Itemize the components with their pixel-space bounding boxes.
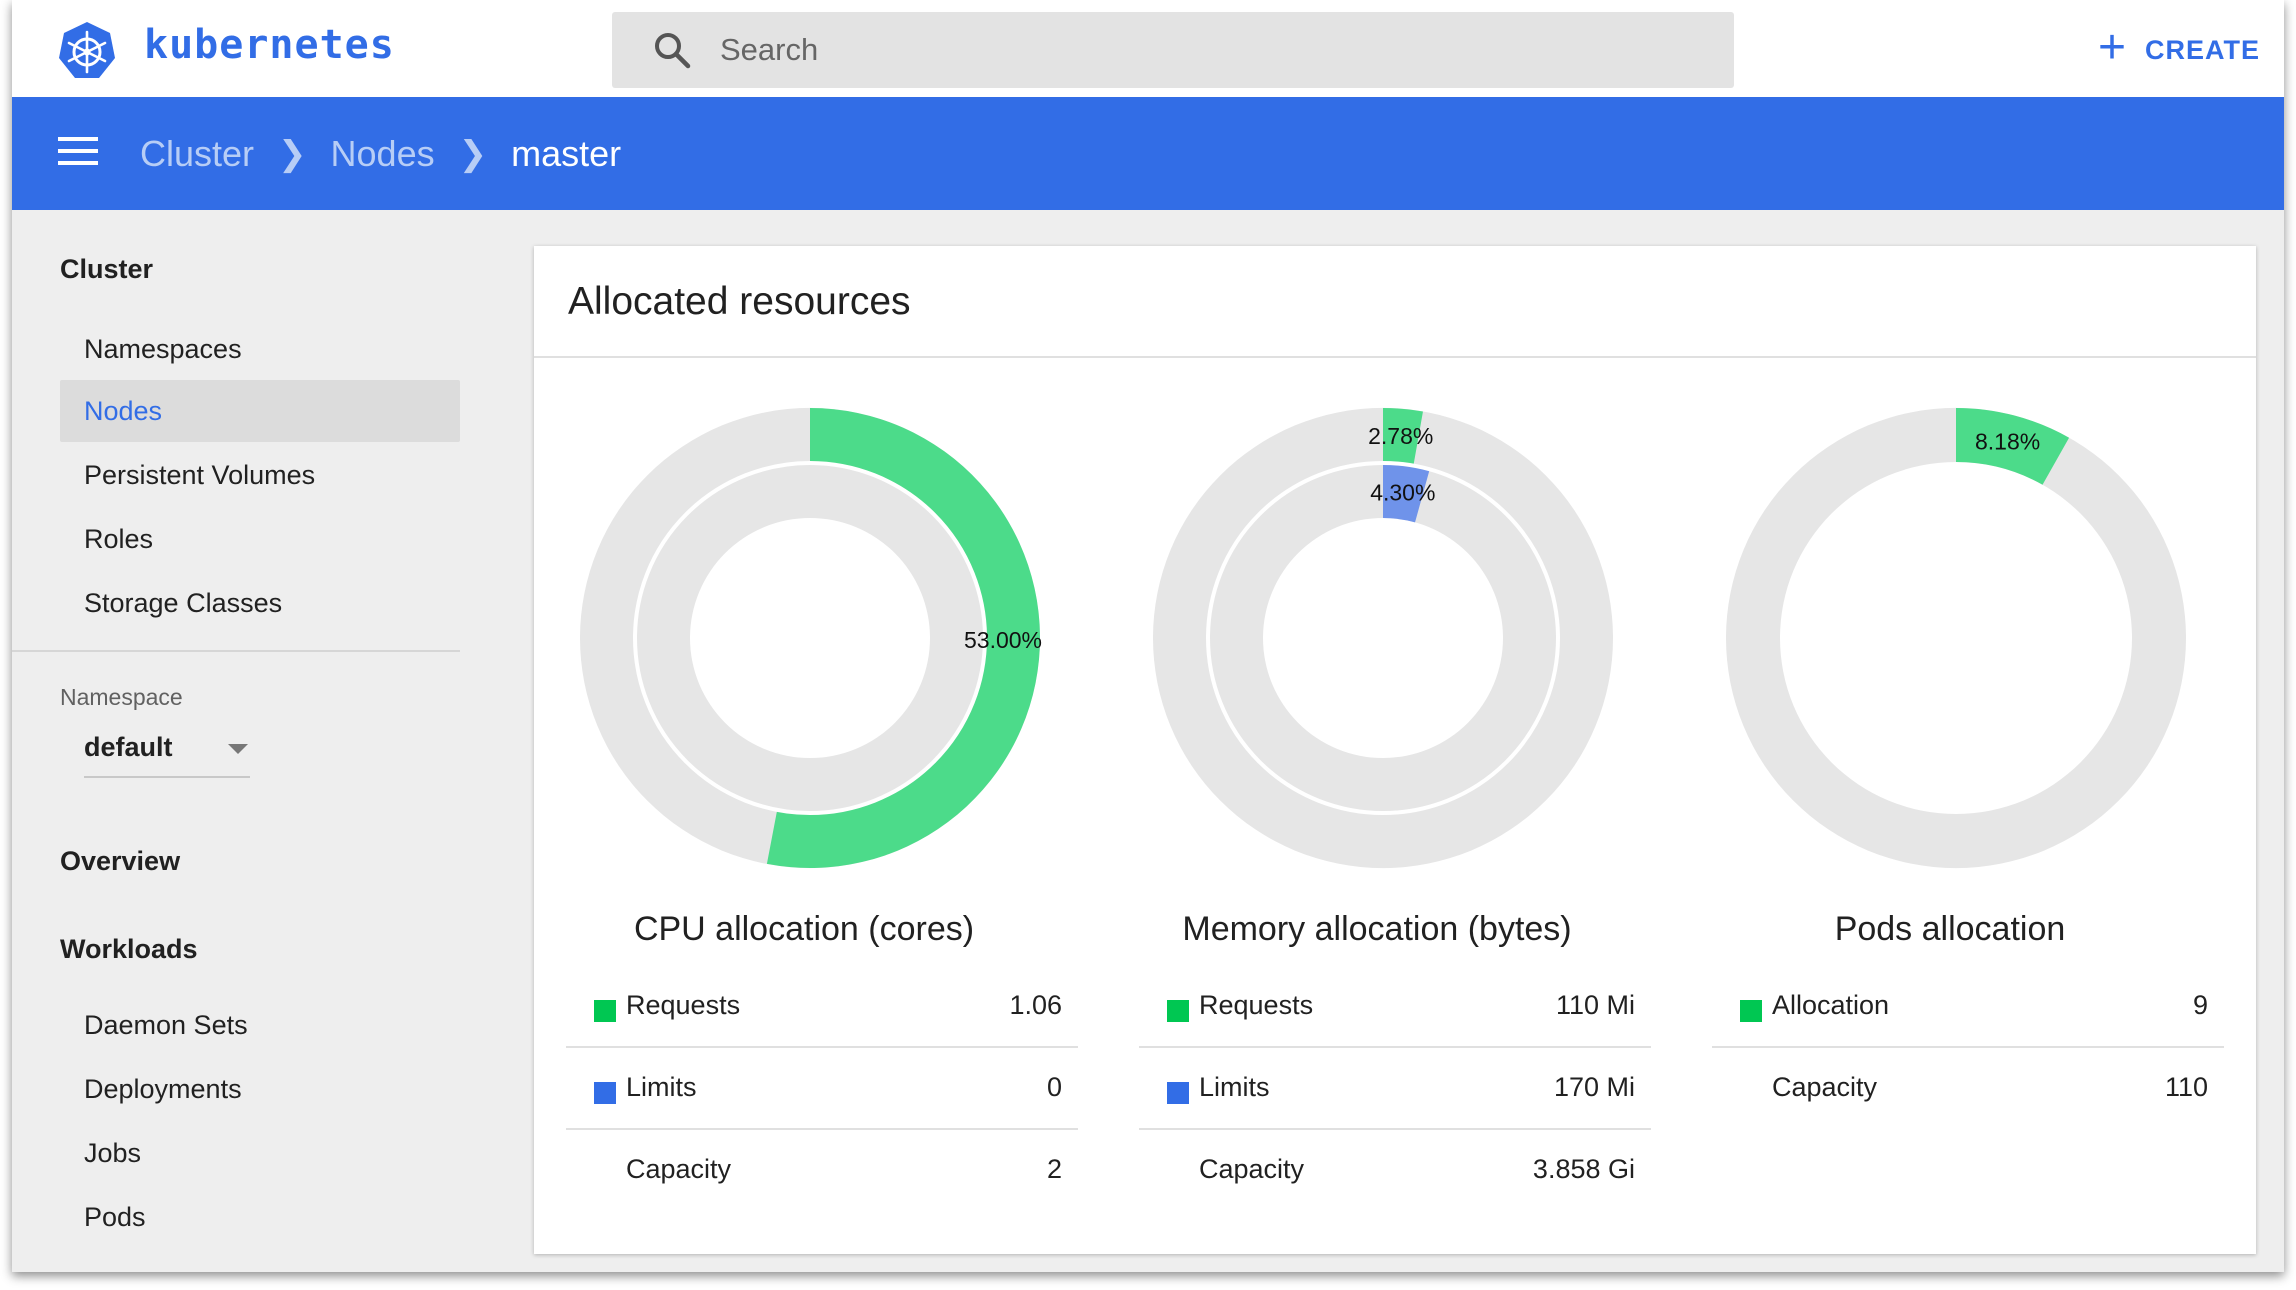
sidebar-item-namespaces[interactable]: Namespaces [60, 318, 460, 380]
sidebar: Cluster Namespaces Nodes Persistent Volu… [12, 210, 472, 1272]
requests-percent-label: 2.78% [1368, 423, 1433, 449]
legend-value: 3.858 Gi [1532, 1154, 1635, 1184]
requests-swatch [1167, 1000, 1189, 1022]
legend-label: Requests [1199, 990, 1314, 1020]
legend-row: Limits 170 Mi [1139, 1048, 1651, 1130]
menu-icon[interactable] [58, 137, 98, 169]
pods-donut-chart: 8.18% [1726, 407, 2186, 869]
app-window: kubernetes + CREATE Cluster ❯ Nodes ❯ ma… [12, 0, 2284, 1272]
legend-row: Limits 0 [566, 1048, 1078, 1130]
legend-value: 2 [1046, 1154, 1062, 1184]
legend-label: Requests [626, 990, 741, 1020]
sidebar-divider [12, 650, 460, 652]
search-bar[interactable] [612, 12, 1734, 88]
memory-donut-chart: 2.78% 4.30% [1153, 407, 1613, 869]
cpu-donut-chart: 53.00% [579, 407, 1042, 869]
legend-value: 9 [2192, 990, 2208, 1020]
requests-swatch [594, 1000, 616, 1022]
breadcrumb-current: master [511, 132, 622, 174]
create-button[interactable]: + CREATE [2098, 21, 2261, 74]
sidebar-item-nodes[interactable]: Nodes [60, 380, 460, 442]
breadcrumb: Cluster ❯ Nodes ❯ master [140, 97, 621, 210]
pods-legend: Allocation 9 Capacity 110 [1712, 966, 2224, 1130]
memory-allocation-chart: 2.78% 4.30% Memory allocation (bytes) Req… [1107, 358, 1651, 1238]
legend-value: 110 Mi [1555, 990, 1635, 1020]
sidebar-item-daemon-sets[interactable]: Daemon Sets [60, 994, 460, 1056]
sidebar-item-roles[interactable]: Roles [60, 508, 460, 570]
legend-label: Limits [1199, 1072, 1270, 1102]
sidebar-item-jobs[interactable]: Jobs [60, 1122, 460, 1184]
legend-row: Requests 110 Mi [1139, 966, 1651, 1048]
donut-track [1726, 407, 2186, 869]
legend-label: Capacity [1772, 1072, 1878, 1102]
sidebar-item-pods[interactable]: Pods [60, 1186, 460, 1248]
plus-icon: + [2098, 21, 2128, 74]
allocation-swatch [1740, 1000, 1762, 1022]
legend-row: Capacity 110 [1712, 1048, 2224, 1130]
create-button-label: CREATE [2145, 34, 2261, 65]
legend-row: Allocation 9 [1712, 966, 2224, 1048]
sidebar-heading-cluster[interactable]: Cluster [60, 254, 153, 285]
allocation-percent-label: 8.18% [1975, 429, 2040, 455]
top-bar: kubernetes + CREATE [12, 0, 2284, 97]
breadcrumb-bar: Cluster ❯ Nodes ❯ master [12, 97, 2284, 210]
legend-value: 1.06 [1009, 990, 1062, 1020]
card-title: Allocated resources [568, 280, 911, 323]
cpu-allocation-chart: 53.00% CPU allocation (cores) Requests 1… [534, 358, 1078, 1238]
limits-swatch [594, 1082, 616, 1104]
legend-row: Requests 1.06 [566, 966, 1078, 1048]
namespace-label: Namespace [60, 684, 183, 710]
legend-label: Allocation [1772, 990, 1890, 1020]
search-input[interactable] [720, 12, 1680, 88]
brand-name[interactable]: kubernetes [144, 22, 395, 68]
sidebar-heading-workloads[interactable]: Workloads [60, 934, 198, 965]
namespace-value: default [84, 732, 173, 762]
pods-allocation-chart: 8.18% Pods allocation Allocation 9 Capac… [1680, 358, 2224, 1238]
dropdown-arrow-icon [228, 744, 248, 754]
breadcrumb-cluster[interactable]: Cluster [140, 133, 254, 175]
allocated-resources-card: Allocated resources 53.00% CPU allocatio… [534, 246, 2256, 1254]
sidebar-item-deployments[interactable]: Deployments [60, 1058, 460, 1120]
sidebar-item-persistent-volumes[interactable]: Persistent Volumes [60, 444, 460, 506]
legend-label: Capacity [626, 1154, 732, 1184]
chart-title: Pods allocation [1834, 910, 2066, 948]
limits-percent-label: 4.30% [1370, 479, 1435, 505]
breadcrumb-nodes[interactable]: Nodes [331, 133, 435, 175]
limits-swatch [1167, 1082, 1189, 1104]
cpu-legend: Requests 1.06 Limits 0 Capacity 2 [566, 966, 1078, 1212]
legend-value: 0 [1046, 1072, 1062, 1102]
legend-value: 170 Mi [1553, 1072, 1635, 1102]
sidebar-item-storage-classes[interactable]: Storage Classes [60, 572, 460, 634]
sidebar-heading-overview[interactable]: Overview [60, 846, 180, 877]
legend-label: Limits [626, 1072, 697, 1102]
memory-legend: Requests 110 Mi Limits 170 Mi Capacity 3… [1139, 966, 1651, 1212]
namespace-select[interactable]: default [84, 720, 250, 778]
search-icon [655, 33, 691, 69]
legend-label: Capacity [1199, 1154, 1305, 1184]
requests-percent-label: 53.00% [964, 627, 1042, 653]
chart-title: CPU allocation (cores) [633, 910, 975, 948]
chevron-right-icon: ❯ [458, 134, 488, 173]
chevron-right-icon: ❯ [278, 134, 307, 173]
kubernetes-logo-icon[interactable] [56, 20, 118, 82]
donut-track [636, 464, 984, 812]
legend-value: 110 [2164, 1072, 2208, 1102]
legend-row: Capacity 3.858 Gi [1139, 1130, 1651, 1212]
legend-row: Capacity 2 [566, 1130, 1078, 1212]
chart-title: Memory allocation (bytes) [1182, 910, 1572, 948]
